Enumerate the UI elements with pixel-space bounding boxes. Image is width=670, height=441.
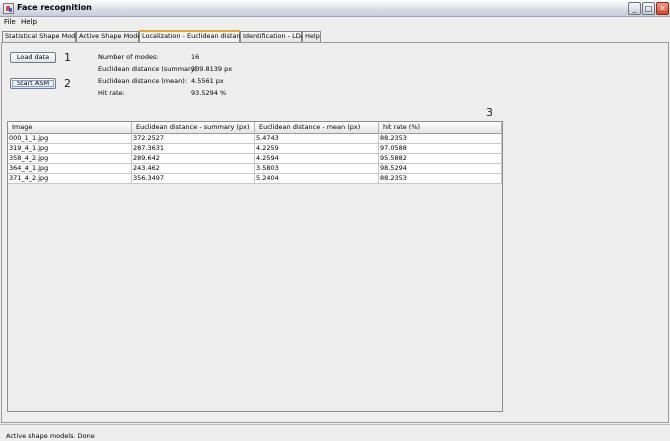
cell-distance-mean: 5.4743 bbox=[255, 134, 379, 144]
maximize-button[interactable]: □ bbox=[642, 2, 655, 15]
cell-hit-rate: 88.2353 bbox=[379, 134, 502, 144]
cell-image: 371_4_2.jpg bbox=[8, 174, 132, 184]
cell-hit-rate: 97.0588 bbox=[379, 144, 502, 154]
cell-distance-summary: 287.3631 bbox=[132, 144, 255, 154]
cell-image: 319_4_1.jpg bbox=[8, 144, 132, 154]
cell-image: 364_4_1.jpg bbox=[8, 164, 132, 174]
column-header-distance-summary[interactable]: Euclidean distance - summary (px) bbox=[132, 122, 255, 134]
cell-distance-summary: 372.2527 bbox=[132, 134, 255, 144]
cell-distance-mean: 4.2594 bbox=[255, 154, 379, 164]
close-button[interactable]: ✕ bbox=[656, 2, 669, 15]
cell-distance-mean: 3.5803 bbox=[255, 164, 379, 174]
table-row[interactable]: 358_4_2.jpg 289.642 4.2594 95.5882 bbox=[8, 154, 502, 164]
window-title: Face recognition bbox=[17, 3, 92, 12]
marker-2: 2 bbox=[64, 77, 71, 90]
column-header-hit-rate[interactable]: hit rate (%) bbox=[379, 122, 502, 134]
marker-3: 3 bbox=[486, 106, 493, 119]
tab-strip: Statistical Shape Model Active Shape Mod… bbox=[0, 30, 670, 42]
stat-label-number-of-modes: Number of modes: bbox=[98, 53, 159, 61]
stat-value-distance-summary: 309.8139 px bbox=[191, 65, 233, 73]
app-window: Face recognition _ □ ✕ File Help Statist… bbox=[0, 0, 670, 441]
table-header: Image Euclidean distance - summary (px) … bbox=[8, 122, 502, 134]
cell-distance-summary: 243.462 bbox=[132, 164, 255, 174]
cell-distance-summary: 356.3497 bbox=[132, 174, 255, 184]
title-bar[interactable]: Face recognition _ □ ✕ bbox=[0, 0, 670, 17]
menu-bar: File Help bbox=[0, 17, 670, 29]
cell-hit-rate: 95.5882 bbox=[379, 154, 502, 164]
cell-hit-rate: 98.5294 bbox=[379, 164, 502, 174]
menu-help[interactable]: Help bbox=[21, 18, 37, 26]
start-asm-button[interactable]: Start ASM bbox=[10, 78, 56, 89]
tab-help[interactable]: Help bbox=[302, 31, 321, 42]
table-row[interactable]: 371_4_2.jpg 356.3497 5.2404 88.2353 bbox=[8, 174, 502, 184]
load-data-button[interactable]: Load data bbox=[10, 52, 56, 63]
status-bar: Active shape models. Done bbox=[0, 424, 670, 441]
status-text: Active shape models. Done bbox=[6, 432, 95, 440]
cell-image: 000_1_1.jpg bbox=[8, 134, 132, 144]
column-header-distance-mean[interactable]: Euclidean distance - mean (px) bbox=[255, 122, 379, 134]
tab-identification-lda[interactable]: Identification - LDA bbox=[240, 31, 305, 42]
cell-distance-mean: 4.2259 bbox=[255, 144, 379, 154]
column-header-image[interactable]: Image bbox=[8, 122, 132, 134]
minimize-button[interactable]: _ bbox=[628, 2, 641, 15]
cell-image: 358_4_2.jpg bbox=[8, 154, 132, 164]
table-row[interactable]: 000_1_1.jpg 372.2527 5.4743 88.2353 bbox=[8, 134, 502, 144]
stat-value-hit-rate: 93.5294 % bbox=[191, 89, 227, 97]
table-row[interactable]: 319_4_1.jpg 287.3631 4.2259 97.0588 bbox=[8, 144, 502, 154]
marker-1: 1 bbox=[64, 51, 71, 64]
cell-distance-mean: 5.2404 bbox=[255, 174, 379, 184]
stat-label-distance-mean: Euclidean distance (mean): bbox=[98, 77, 188, 85]
tab-statistical-shape-model[interactable]: Statistical Shape Model bbox=[2, 31, 81, 42]
stat-label-hit-rate: Hit rate: bbox=[98, 89, 125, 97]
results-table[interactable]: Image Euclidean distance - summary (px) … bbox=[7, 121, 503, 412]
tab-active-shape-model[interactable]: Active Shape Model bbox=[76, 31, 143, 42]
java-app-icon bbox=[3, 3, 14, 14]
stat-value-number-of-modes: 16 bbox=[191, 53, 200, 61]
cell-distance-summary: 289.642 bbox=[132, 154, 255, 164]
stat-label-distance-summary: Euclidean distance (summary): bbox=[98, 65, 200, 73]
tab-localization-euclidean-distance[interactable]: Localization - Euclidean distance bbox=[139, 30, 248, 42]
stat-value-distance-mean: 4.5561 px bbox=[191, 77, 224, 85]
cell-hit-rate: 88.2353 bbox=[379, 174, 502, 184]
menu-file[interactable]: File bbox=[4, 18, 16, 26]
table-row[interactable]: 364_4_1.jpg 243.462 3.5803 98.5294 bbox=[8, 164, 502, 174]
